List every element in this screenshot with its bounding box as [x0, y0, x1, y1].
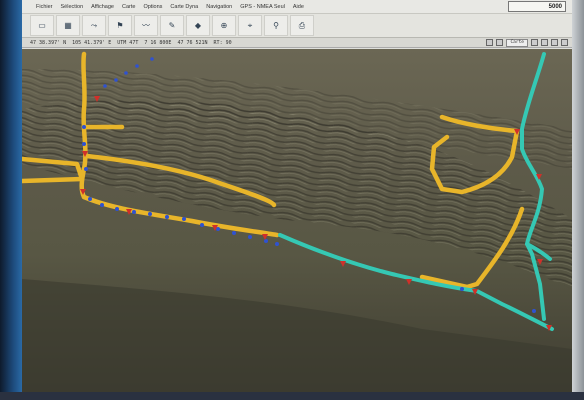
toolbar-button-marker[interactable]: ◆ [186, 15, 210, 36]
trackpoint[interactable] [248, 235, 252, 239]
toolbar-button-zoom[interactable]: ⚲ [264, 15, 288, 36]
trackpoint[interactable] [103, 84, 107, 88]
monitor-bezel-right [572, 0, 584, 400]
status-bar: 47 38.397' N 105 41.379' E UTM 47T 7 16 … [22, 38, 572, 48]
trackpoint[interactable] [114, 78, 118, 82]
toolbar-button-layers[interactable]: ▦ [56, 15, 80, 36]
easting-readout: 7 16 800E [144, 39, 172, 46]
scale-field[interactable]: 5000 [508, 1, 566, 12]
trackpoint[interactable] [264, 239, 268, 243]
trackpoint[interactable] [148, 212, 152, 216]
trackpoint[interactable] [182, 217, 186, 221]
trackpoint[interactable] [532, 309, 536, 313]
trackpoint[interactable] [150, 57, 154, 61]
toolbar-button-route[interactable]: ⤳ [82, 15, 106, 36]
zoom-icon: ⚲ [273, 21, 279, 30]
trackpoint[interactable] [100, 203, 104, 207]
toolbar-button-pencil[interactable]: ✎ [160, 15, 184, 36]
save-icon[interactable] [496, 39, 504, 46]
waypoint-icon: ⚑ [116, 21, 124, 30]
trackpoint[interactable] [124, 71, 128, 75]
trackpoint[interactable] [132, 210, 136, 214]
layers-icon: ▦ [64, 21, 72, 30]
toolbar-button-gps[interactable]: ⌖ [238, 15, 262, 36]
settings-icon[interactable] [561, 39, 568, 46]
trackpoint[interactable] [82, 125, 86, 129]
toolbar-button-print[interactable]: ⎙ [290, 15, 314, 36]
menu-affichage[interactable]: Affichage [91, 4, 114, 10]
gps-icon: ⌖ [247, 21, 253, 30]
toolbar-button-waypoint[interactable]: ⚑ [108, 15, 132, 36]
menu-options[interactable]: Options [143, 4, 162, 10]
print-icon: ⎙ [298, 21, 306, 30]
trackpoint[interactable] [84, 167, 88, 171]
trackpoint[interactable] [200, 223, 204, 227]
pencil-icon: ✎ [168, 21, 176, 30]
globe-icon[interactable] [551, 39, 558, 46]
map-canvas[interactable] [22, 49, 572, 392]
toolbar-button-center[interactable]: ⊕ [212, 15, 236, 36]
trackpoint[interactable] [165, 215, 169, 219]
trackpoint[interactable] [135, 64, 139, 68]
monitor-bezel-left [0, 0, 22, 400]
menu-gps[interactable]: GPS - NMEA Seul [240, 4, 285, 10]
app-window: Fichier Sélection Affichage Carte Option… [22, 0, 572, 392]
trackpoint[interactable] [232, 231, 236, 235]
mode-readout: RT: 90 [213, 39, 232, 46]
grid-toggle-icon[interactable] [486, 39, 494, 46]
track-icon: 〰 [142, 21, 150, 30]
menu-fichier[interactable]: Fichier [36, 4, 53, 10]
menu-selection[interactable]: Sélection [61, 4, 84, 10]
marker-icon: ◆ [194, 21, 202, 30]
open-map-icon: ▭ [38, 21, 46, 30]
trackpoint[interactable] [82, 142, 86, 146]
tab-carte[interactable]: Carte [506, 38, 528, 47]
menu-carte[interactable]: Carte [122, 4, 135, 10]
route-icon: ⤳ [90, 21, 98, 30]
latitude-readout: 47 38.397' N [30, 39, 67, 46]
trackpoint[interactable] [460, 287, 464, 291]
status-controls: Carte [486, 38, 568, 47]
menu-carte-dyna[interactable]: Carte Dyna [170, 4, 198, 10]
layer-icon[interactable] [531, 39, 538, 46]
center-icon: ⊕ [220, 21, 228, 30]
trackpoint[interactable] [115, 207, 119, 211]
toolbar-button-track[interactable]: 〰 [134, 15, 158, 36]
menu-navigation[interactable]: Navigation [206, 4, 232, 10]
trackpoint[interactable] [275, 242, 279, 246]
longitude-readout: 105 41.379' E [72, 39, 112, 46]
trackpoint[interactable] [88, 197, 92, 201]
monitor-bezel-bottom [0, 392, 584, 400]
toolbar: ▭ ▦ ⤳ ⚑ 〰 ✎ ◆ ⊕ ⌖ ⚲ ⎙ [22, 14, 572, 38]
satellite-map[interactable] [22, 49, 572, 392]
northing-readout: 47 76 521N [177, 39, 208, 46]
menu-bar: Fichier Sélection Affichage Carte Option… [22, 0, 572, 14]
hand-icon[interactable] [541, 39, 548, 46]
toolbar-button-open-map[interactable]: ▭ [30, 15, 54, 36]
projection-readout: UTM 47T [117, 39, 139, 46]
menu-aide[interactable]: Aide [293, 4, 304, 10]
